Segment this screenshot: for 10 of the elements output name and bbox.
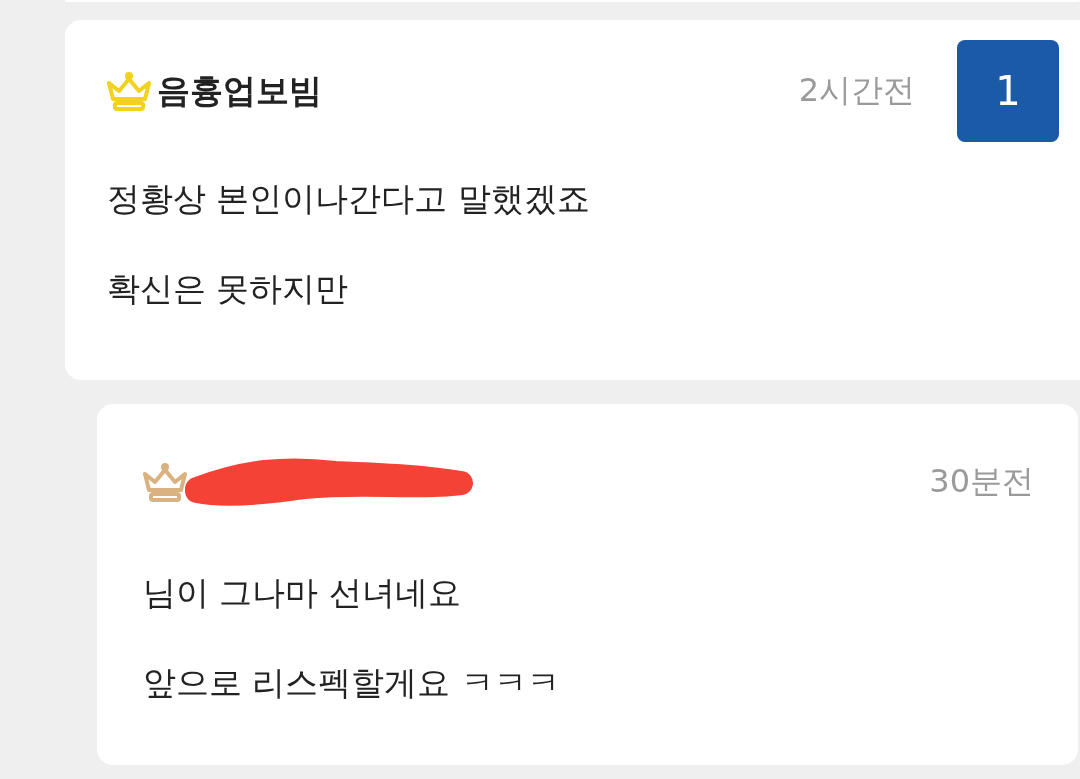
comment-text: 확신은 못하지만 <box>107 268 350 310</box>
timestamp: 30분전 <box>929 461 1034 502</box>
comment-text: 앞으로 리스펙할게요 ㅋㅋㅋ <box>143 662 561 704</box>
count-badge: 1 <box>957 40 1059 142</box>
crown-icon <box>143 462 187 502</box>
comment-text: 님이 그나마 선녀네요 <box>143 572 462 614</box>
comment-text: 정황상 본인이나간다고 말했겠죠 <box>107 178 591 220</box>
crown-icon <box>107 71 151 111</box>
timestamp: 2시간전 <box>798 70 915 111</box>
author-name[interactable]: 음흉업보빔 <box>157 68 322 114</box>
